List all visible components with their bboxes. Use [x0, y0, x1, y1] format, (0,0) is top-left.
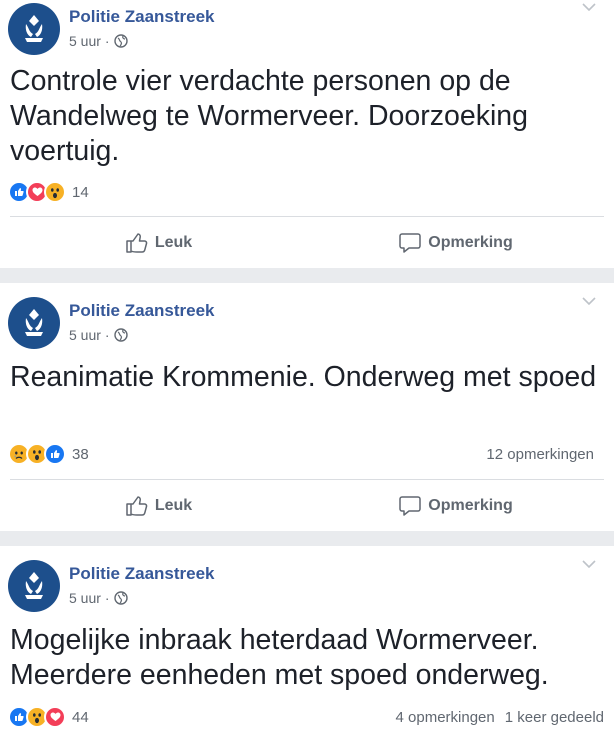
reactions-row: 14 [8, 179, 604, 205]
meta-separator: · [104, 33, 110, 49]
wow-reaction-icon [44, 181, 66, 203]
page-name-link[interactable]: Politie Zaanstreek [69, 301, 215, 321]
like-reaction-icon [44, 443, 66, 465]
comment-bubble-icon [399, 495, 422, 516]
globe-icon [113, 328, 128, 342]
police-flame-icon [25, 309, 43, 336]
comment-label: Opmerking [428, 233, 513, 251]
share-count[interactable]: 1 keer gedeeld [505, 709, 604, 726]
news-feed: Politie Zaanstreek 5 uur · Controle vier… [0, 0, 614, 734]
comment-bubble-icon [399, 232, 422, 253]
post-time[interactable]: 5 uur [69, 590, 101, 606]
comment-label: Opmerking [428, 496, 513, 514]
post-stats: 4 opmerkingen 1 keer gedeeld [396, 709, 604, 726]
post-header: Politie Zaanstreek 5 uur · [8, 3, 606, 63]
police-flame-icon [25, 15, 43, 42]
thumbs-up-icon [126, 495, 148, 516]
like-label: Leuk [154, 233, 193, 251]
post-text: Mogelijke inbraak heterdaad Wormerveer. … [10, 624, 549, 691]
post-actions: Leuk Opmerking [10, 216, 604, 268]
globe-icon [113, 591, 128, 605]
post-meta: 5 uur · [69, 33, 128, 49]
post-header: Politie Zaanstreek 5 uur · [8, 560, 606, 620]
police-logo-avatar[interactable] [8, 3, 60, 55]
chevron-down-icon[interactable] [580, 558, 598, 570]
reactions-summary[interactable]: 38 [8, 443, 89, 465]
post-meta: 5 uur · [69, 327, 128, 343]
globe-icon [113, 34, 128, 48]
reaction-count: 14 [72, 183, 89, 201]
like-button[interactable]: Leuk [10, 480, 307, 531]
chevron-down-icon[interactable] [580, 295, 598, 307]
love-reaction-icon [44, 706, 66, 728]
thumbs-up-icon [126, 232, 148, 253]
post-stats: 12 opmerkingen [486, 446, 604, 463]
reactions-row: 44 4 opmerkingen 1 keer gedeeld [8, 704, 604, 730]
post-header: Politie Zaanstreek 5 uur · [8, 297, 606, 357]
post-text: Controle vier verdachte personen op de W… [10, 65, 528, 167]
post-actions: Leuk Opmerking [10, 479, 604, 531]
chevron-down-icon[interactable] [580, 1, 598, 13]
comment-button[interactable]: Opmerking [307, 217, 604, 268]
reaction-count: 38 [72, 445, 89, 463]
police-logo-avatar[interactable] [8, 297, 60, 349]
feed-post: Politie Zaanstreek 5 uur · Reanimatie Kr… [0, 283, 614, 531]
feed-post: Politie Zaanstreek 5 uur · Mogelijke inb… [0, 546, 614, 734]
post-time[interactable]: 5 uur [69, 327, 101, 343]
feed-post: Politie Zaanstreek 5 uur · Controle vier… [0, 0, 614, 268]
comment-button[interactable]: Opmerking [307, 480, 604, 531]
page-name-link[interactable]: Politie Zaanstreek [69, 7, 215, 27]
meta-separator: · [104, 590, 110, 606]
reactions-summary[interactable]: 44 [8, 706, 89, 728]
like-button[interactable]: Leuk [10, 217, 307, 268]
police-logo-avatar[interactable] [8, 560, 60, 612]
post-time[interactable]: 5 uur [69, 33, 101, 49]
reactions-row: 38 12 opmerkingen [8, 441, 604, 467]
like-label: Leuk [154, 496, 193, 514]
police-flame-icon [25, 572, 43, 599]
reactions-summary[interactable]: 14 [8, 181, 89, 203]
post-text: Reanimatie Krommenie. Onderweg met spoed [10, 361, 597, 393]
reaction-count: 44 [72, 708, 89, 726]
comment-count[interactable]: 12 opmerkingen [486, 446, 594, 463]
comment-count[interactable]: 4 opmerkingen [396, 709, 495, 726]
meta-separator: · [104, 327, 110, 343]
post-meta: 5 uur · [69, 590, 128, 606]
page-name-link[interactable]: Politie Zaanstreek [69, 564, 215, 584]
